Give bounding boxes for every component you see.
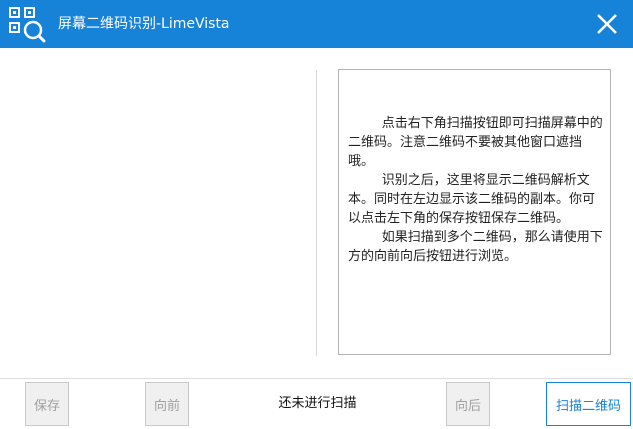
qr-preview-area (0, 48, 316, 379)
status-text: 还未进行扫描 (278, 396, 357, 411)
title-bar: 屏幕二维码识别-LimeVista (0, 0, 633, 48)
vertical-divider (316, 70, 317, 356)
window-title: 屏幕二维码识别-LimeVista (58, 16, 230, 32)
info-paragraph: 识别之后，这里将显示二维码解析文本。同时在左边显示该二维码的副本。你可以点击左下… (348, 173, 596, 226)
qr-search-icon (9, 7, 46, 43)
info-paragraph: 点击右下角扫描按钮即可扫描屏幕中的二维码。注意二维码不要被其他窗口遮挡哦。 (348, 116, 603, 169)
save-button[interactable]: 保存 (25, 382, 69, 426)
result-text: 点击右下角扫描按钮即可扫描屏幕中的二维码。注意二维码不要被其他窗口遮挡哦。 识别… (348, 114, 606, 266)
scan-qr-button[interactable]: 扫描二维码 (546, 382, 631, 426)
footer-divider (0, 378, 633, 379)
next-button[interactable]: 向后 (446, 382, 490, 426)
result-text-panel[interactable]: 点击右下角扫描按钮即可扫描屏幕中的二维码。注意二维码不要被其他窗口遮挡哦。 识别… (338, 69, 611, 355)
close-button[interactable] (581, 0, 633, 48)
prev-button[interactable]: 向前 (145, 382, 189, 426)
info-paragraph: 如果扫描到多个二维码，那么请使用下方的向前向后按钮进行浏览。 (348, 230, 603, 264)
close-icon (597, 14, 617, 34)
